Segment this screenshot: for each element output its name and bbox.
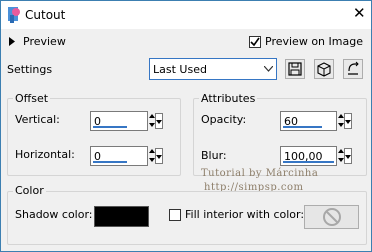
horizontal-label: Horizontal: [15, 148, 75, 161]
vertical-dropdown[interactable] [155, 113, 163, 129]
no-color-icon [323, 208, 341, 226]
vertical-label: Vertical: [15, 113, 60, 126]
cutout-dialog: Cutout ✕ Preview Preview on Image Settin… [0, 0, 372, 252]
preset-value: Last Used [153, 63, 207, 76]
title-bar: Cutout ✕ [1, 1, 371, 29]
blur-dropdown[interactable] [344, 148, 352, 164]
load-preset-button[interactable] [314, 59, 334, 79]
blur-input[interactable]: 100,00 [280, 146, 337, 166]
app-icon [8, 7, 20, 23]
save-preset-icon [288, 62, 302, 76]
watermark-line1: Tutorial by Márcinha [201, 168, 319, 179]
load-preset-icon [317, 62, 331, 77]
fill-interior-checkbox[interactable] [169, 209, 181, 221]
opacity-dropdown[interactable] [344, 113, 352, 129]
preview-on-image-checkbox[interactable] [249, 36, 261, 48]
attributes-legend: Attributes [199, 92, 258, 105]
horizontal-input[interactable]: 0 [90, 146, 148, 166]
shadow-color-swatch[interactable] [94, 206, 149, 227]
chevron-down-icon [264, 66, 273, 72]
expand-arrow-icon[interactable] [9, 37, 16, 46]
reset-button[interactable] [343, 59, 363, 79]
preset-select[interactable]: Last Used [149, 58, 277, 80]
vertical-input[interactable]: 0 [90, 111, 148, 131]
color-legend: Color [13, 184, 46, 197]
horizontal-range-bar [93, 161, 127, 163]
blur-label: Blur: [201, 149, 227, 162]
blur-range-bar [283, 161, 334, 163]
checkmark-icon [250, 37, 260, 47]
save-preset-button[interactable] [285, 59, 305, 79]
offset-legend: Offset [13, 92, 51, 105]
fill-interior-label: Fill interior with color: [185, 208, 305, 221]
opacity-label: Opacity: [201, 113, 247, 126]
reset-icon [348, 61, 359, 75]
close-button[interactable]: ✕ [353, 6, 366, 21]
settings-label: Settings [7, 63, 53, 76]
horizontal-dropdown[interactable] [155, 148, 163, 164]
preview-toggle[interactable]: Preview [23, 35, 66, 48]
opacity-input[interactable]: 60 [280, 111, 337, 131]
vertical-range-bar [93, 126, 127, 128]
fill-color-swatch[interactable] [304, 205, 359, 229]
preview-on-image-label: Preview on Image [265, 35, 363, 48]
window-title: Cutout [25, 8, 66, 22]
shadow-color-label: Shadow color: [15, 208, 93, 221]
opacity-range-bar [283, 126, 322, 128]
